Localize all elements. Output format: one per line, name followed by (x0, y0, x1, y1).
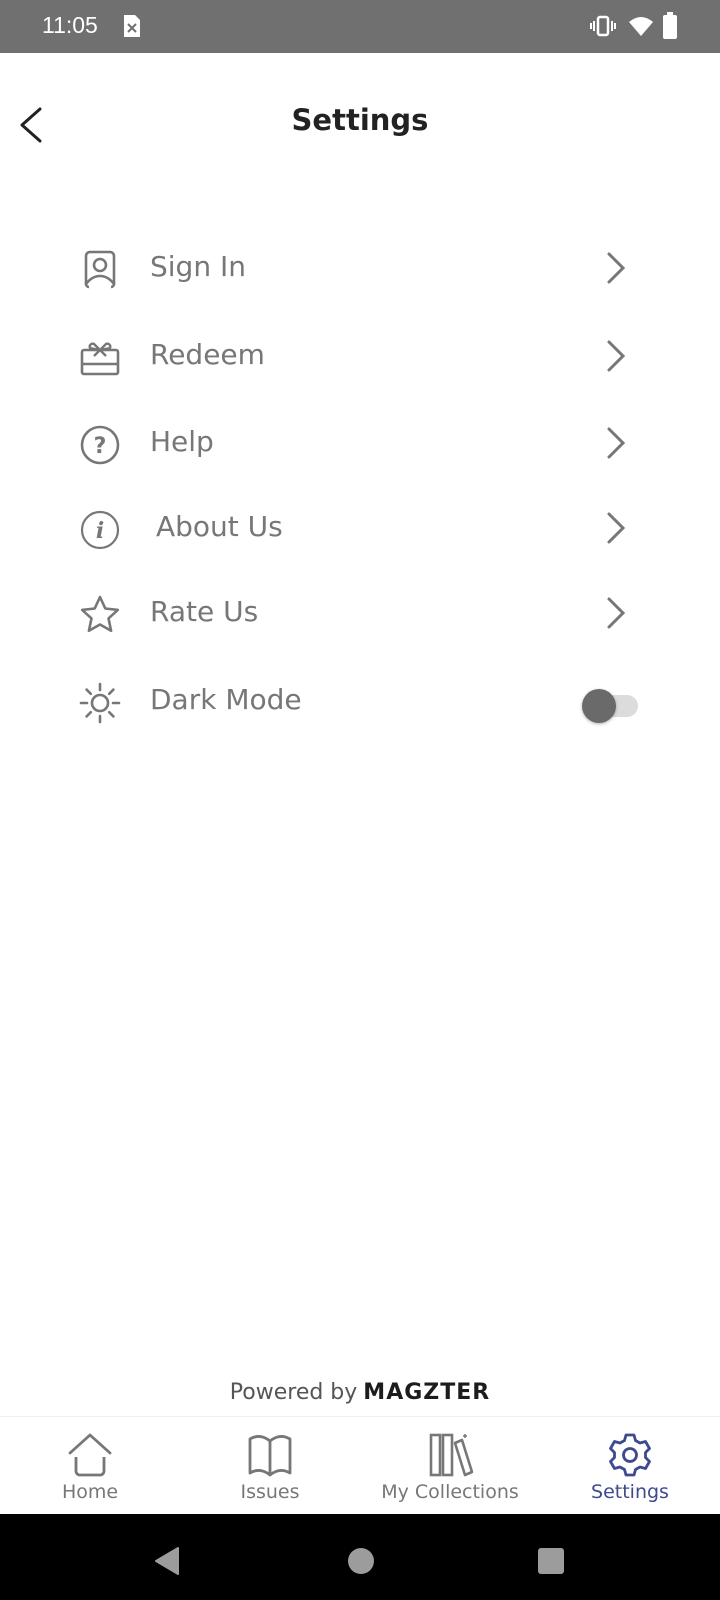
sun-icon (79, 682, 121, 724)
chevron-right-icon (607, 252, 626, 284)
chevron-right-icon (607, 597, 626, 629)
powered-by: Powered by MAGZTER (0, 1380, 720, 1405)
nav-item-my-collections[interactable]: My Collections (360, 1417, 540, 1515)
chevron-right-icon (607, 340, 626, 372)
info-icon: i (80, 510, 120, 550)
menu-label: Rate Us (150, 595, 259, 628)
sim-error-icon (124, 15, 140, 37)
menu-label: Dark Mode (150, 683, 302, 716)
bottom-nav: Home Issues My Collections Settings (0, 1416, 720, 1515)
nav-item-home[interactable]: Home (0, 1417, 180, 1515)
home-icon (68, 1433, 112, 1477)
help-icon: ? (80, 425, 120, 465)
menu-item-redeem[interactable]: Redeem (70, 318, 670, 398)
brand-logo: MAGZTER (363, 1380, 491, 1405)
menu-label: Redeem (150, 338, 265, 371)
system-nav-bar (0, 1514, 720, 1600)
book-icon (248, 1435, 292, 1477)
system-home-button[interactable] (348, 1548, 374, 1574)
battery-icon (663, 12, 677, 39)
status-time: 11:05 (42, 12, 98, 38)
nav-label: Home (61, 1481, 119, 1503)
star-icon (80, 595, 120, 633)
menu-item-about-us[interactable]: i About Us (70, 490, 670, 570)
wifi-icon (629, 17, 653, 36)
svg-text:?: ? (94, 434, 107, 459)
chevron-right-icon (607, 512, 626, 544)
menu-item-help[interactable]: ? Help (70, 405, 670, 485)
nav-label: Settings (591, 1481, 669, 1503)
chevron-right-icon (607, 427, 626, 459)
nav-label: Issues (240, 1481, 300, 1503)
header: Settings (0, 53, 720, 193)
user-icon (84, 250, 116, 289)
page-title: Settings (291, 103, 429, 137)
vibrate-icon (590, 15, 616, 37)
nav-item-issues[interactable]: Issues (180, 1417, 360, 1515)
system-back-button[interactable] (152, 1546, 182, 1576)
gear-icon (609, 1433, 651, 1477)
dark-mode-toggle[interactable] (580, 689, 640, 723)
system-recents-button[interactable] (538, 1548, 564, 1574)
menu-item-rate-us[interactable]: Rate Us (70, 575, 670, 655)
collections-icon (429, 1433, 474, 1477)
menu-label: Sign In (150, 250, 246, 283)
menu-item-dark-mode: Dark Mode (70, 663, 670, 743)
menu-item-sign-in[interactable]: Sign In (70, 230, 670, 310)
nav-label: My Collections (381, 1481, 519, 1503)
menu-label: Help (150, 425, 214, 458)
nav-item-settings[interactable]: Settings (540, 1417, 720, 1515)
gift-icon (80, 342, 120, 376)
powered-by-text: Powered by (229, 1380, 358, 1405)
status-bar: 11:05 (0, 0, 720, 53)
menu-label: About Us (156, 510, 283, 543)
toggle-knob (582, 689, 616, 723)
svg-text:i: i (96, 518, 104, 544)
